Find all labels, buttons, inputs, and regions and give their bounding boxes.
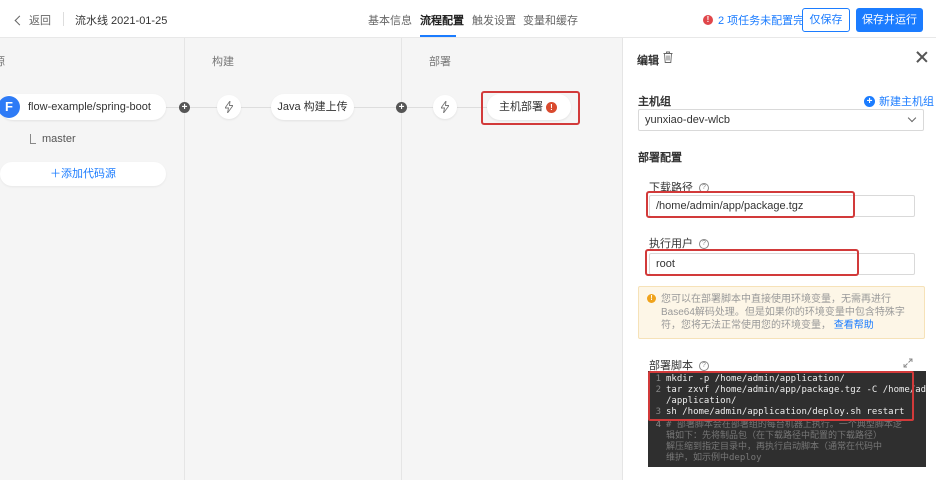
lightning-icon xyxy=(441,101,449,113)
code-line: 解压缩到指定目录中，再执行启动脚本（通常在代码中 xyxy=(666,442,883,452)
new-host-group-button[interactable]: + 新建主机组 xyxy=(864,93,934,109)
plus-circle-icon: + xyxy=(864,95,875,107)
tab-flow-config[interactable]: 流程配置 xyxy=(420,12,464,28)
back-label: 返回 xyxy=(29,15,51,27)
build-task-node[interactable]: Java 构建上传 xyxy=(271,94,354,120)
connector-line xyxy=(166,107,218,108)
env-var-notice: ! 您可以在部署脚本中直接使用环境变量，无需再进行Base64解码处理。但是如果… xyxy=(638,286,925,339)
source-repo-node[interactable]: flow-example/spring-boot xyxy=(0,94,166,120)
add-stage-icon[interactable]: + xyxy=(396,102,407,113)
close-icon[interactable] xyxy=(916,51,928,63)
trash-icon[interactable] xyxy=(663,51,673,63)
host-group-select[interactable]: yunxiao-dev-wlcb xyxy=(638,109,924,131)
pipeline-canvas: 源 构建 部署 flow-example/spring-boot F maste… xyxy=(0,38,622,480)
build-trigger-node[interactable] xyxy=(217,95,241,119)
highlight-box xyxy=(648,371,914,421)
view-help-link[interactable]: 查看帮助 xyxy=(834,320,874,331)
deploy-config-label: 部署配置 xyxy=(638,152,682,164)
highlight-box xyxy=(645,249,859,276)
edit-panel: 编辑 主机组 + 新建主机组 yunxiao-dev-wlcb 部署配置 下载路… xyxy=(622,38,936,480)
branch-name: master xyxy=(42,133,76,145)
source-branch: master xyxy=(30,133,76,145)
deploy-trigger-node[interactable] xyxy=(433,95,457,119)
help-icon[interactable]: ? xyxy=(699,361,709,372)
branch-icon xyxy=(30,134,36,144)
warning-text: 2 项任务未配置完 xyxy=(718,15,805,27)
connector-line xyxy=(354,107,434,108)
code-line: 辑如下：先将制品包（在下载路径中配置的下载路径） xyxy=(666,431,883,441)
stage-label-source: 源 xyxy=(0,53,5,69)
warning-icon: ! xyxy=(647,294,656,303)
chevron-down-icon xyxy=(907,113,917,123)
stage-label-deploy: 部署 xyxy=(429,56,451,68)
lightning-icon xyxy=(225,101,233,113)
highlight-box xyxy=(481,91,580,125)
chevron-left-icon xyxy=(14,15,25,25)
add-stage-icon[interactable]: + xyxy=(179,102,190,113)
help-icon[interactable]: ? xyxy=(699,239,709,250)
panel-title: 编辑 xyxy=(637,55,659,67)
code-line: 4 # 部署脚本会在部署组的每台机器上执行。一个典型脚本逻 xyxy=(655,420,902,430)
pipeline-title: 流水线 2021-01-25 xyxy=(75,15,168,27)
save-button[interactable]: 仅保存 xyxy=(802,8,850,32)
host-group-label: 主机组 xyxy=(638,96,671,108)
stage-label-build: 构建 xyxy=(212,56,234,68)
header-divider xyxy=(63,12,64,26)
tab-variables-cache[interactable]: 变量和缓存 xyxy=(523,12,578,28)
highlight-box xyxy=(646,191,855,218)
add-source-button[interactable]: ＋添加代码源 xyxy=(0,162,166,186)
save-and-run-button[interactable]: 保存并运行 xyxy=(856,8,923,32)
code-line: 维护，如示例中deploy xyxy=(666,453,762,463)
host-group-value: yunxiao-dev-wlcb xyxy=(645,114,730,126)
connector-line xyxy=(241,107,271,108)
tab-trigger-settings[interactable]: 触发设置 xyxy=(472,12,516,28)
incomplete-tasks-warning[interactable]: ! 2 项任务未配置完 xyxy=(703,12,804,28)
top-header: 返回 流水线 2021-01-25 基本信息 流程配置 触发设置 变量和缓存 !… xyxy=(0,0,936,38)
new-host-group-label: 新建主机组 xyxy=(879,96,934,108)
tab-basic-info[interactable]: 基本信息 xyxy=(368,12,412,28)
expand-icon[interactable] xyxy=(903,358,913,368)
active-tab-indicator xyxy=(420,35,456,37)
back-button[interactable]: 返回 xyxy=(14,12,51,28)
alert-icon: ! xyxy=(703,15,713,25)
